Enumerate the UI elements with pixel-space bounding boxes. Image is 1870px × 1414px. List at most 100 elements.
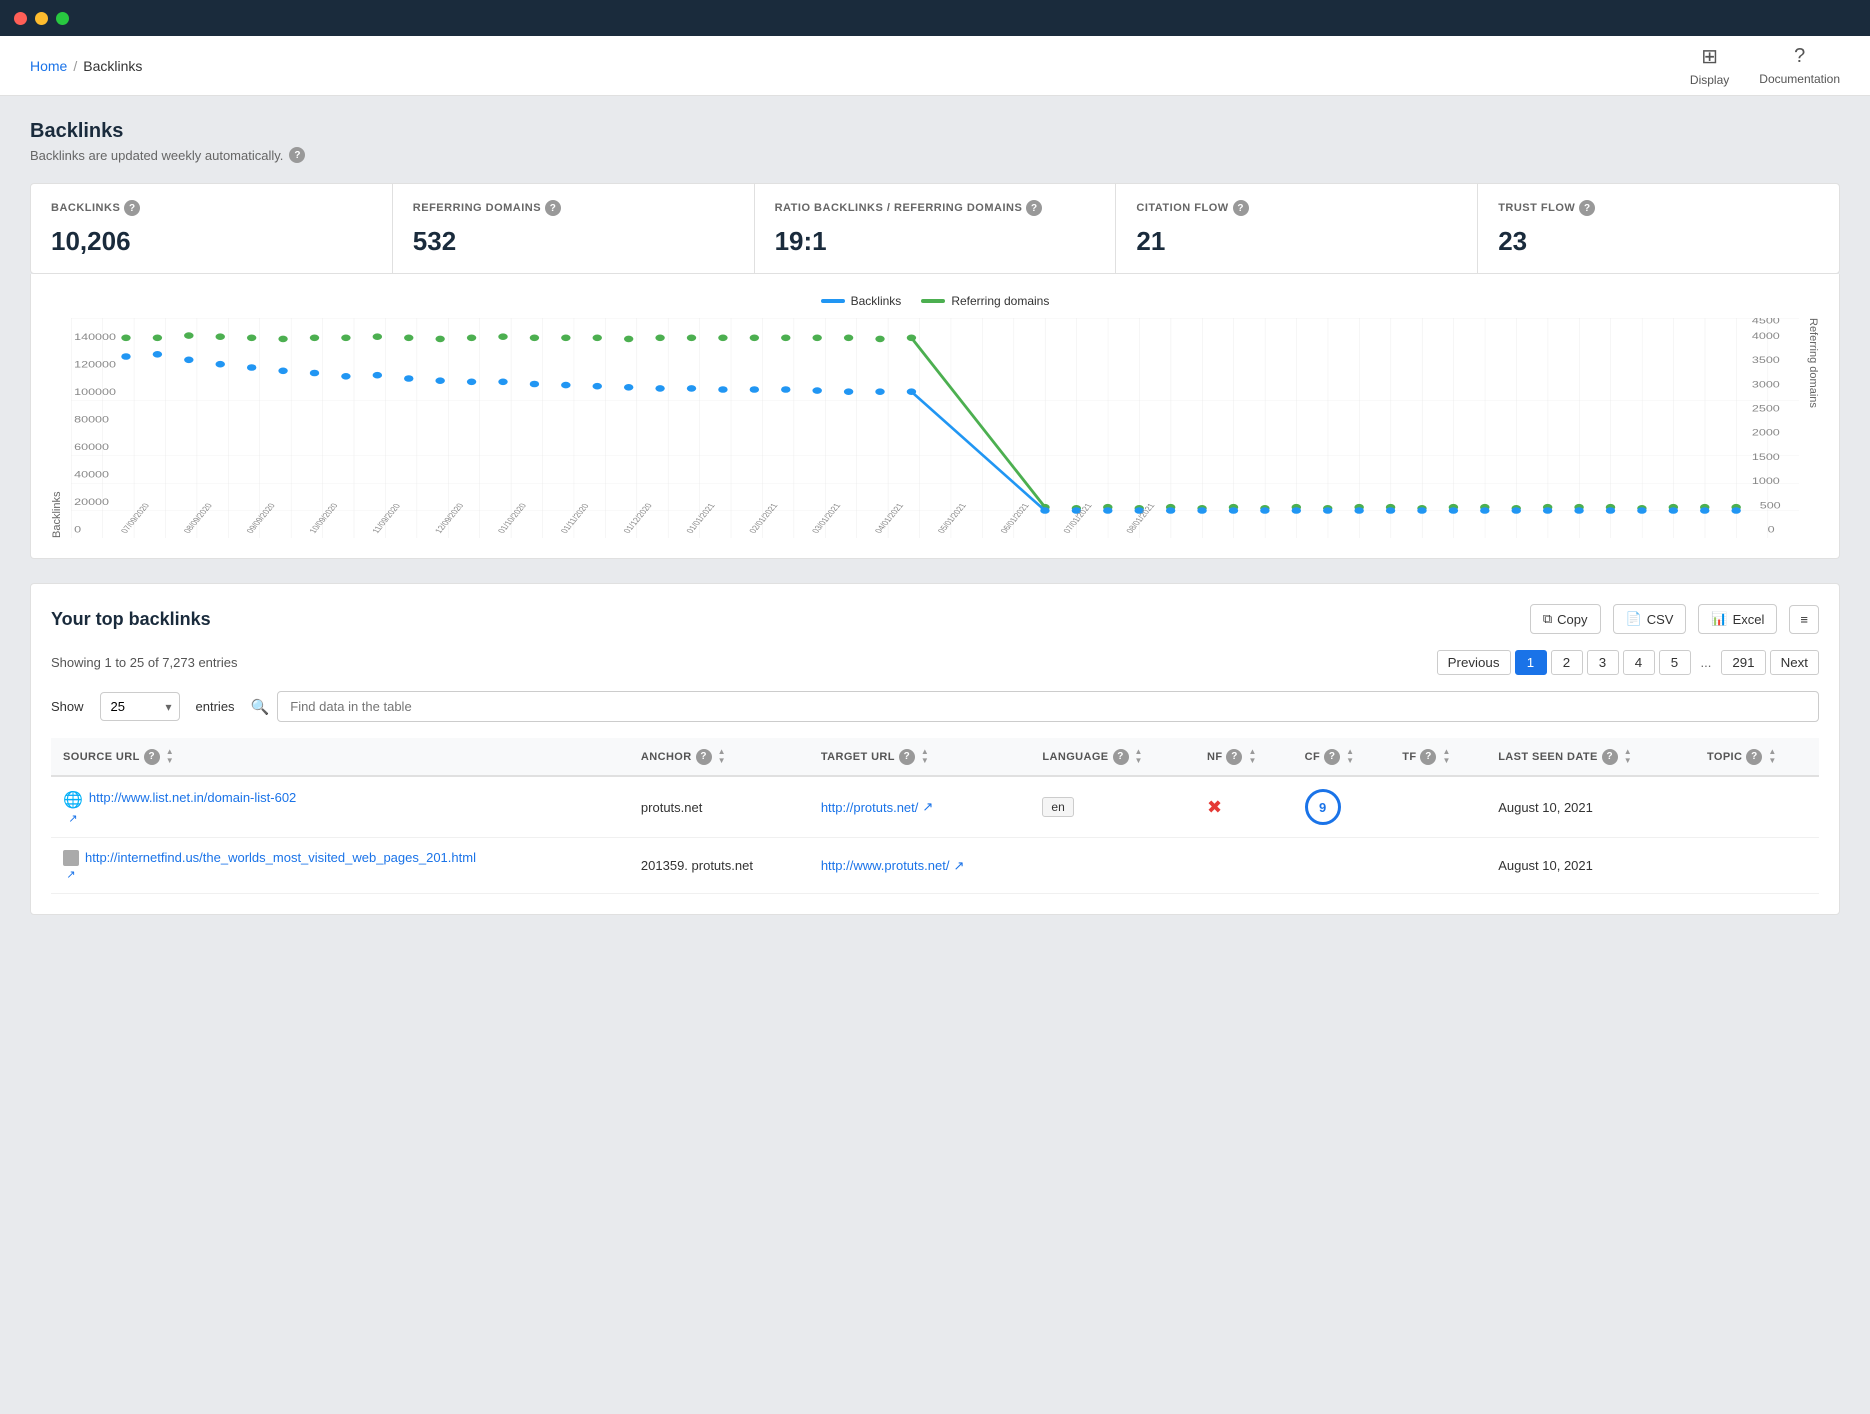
last-seen-help[interactable]: ?	[1602, 749, 1618, 765]
last-seen-sort[interactable]: ▲ ▼	[1624, 748, 1632, 765]
language-badge: en	[1042, 797, 1073, 817]
external-link-icon: ↗	[68, 812, 77, 825]
nav-actions: ⊞ Display ? Documentation	[1690, 44, 1840, 87]
language-help[interactable]: ?	[1113, 749, 1129, 765]
page-3[interactable]: 3	[1587, 650, 1619, 675]
page-prev[interactable]: Previous	[1437, 650, 1511, 675]
metric-citation-flow: CITATION FLOW ? 21	[1116, 184, 1478, 273]
page-last[interactable]: 291	[1721, 650, 1765, 675]
anchor-text: protuts.net	[641, 800, 702, 815]
nav-display[interactable]: ⊞ Display	[1690, 44, 1729, 87]
csv-button[interactable]: 📄 CSV	[1613, 604, 1687, 634]
svg-text:4000: 4000	[1752, 332, 1780, 342]
legend-referring-label: Referring domains	[951, 294, 1049, 308]
copy-button[interactable]: ⧉ Copy	[1530, 604, 1601, 634]
cf-sort[interactable]: ▲ ▼	[1346, 748, 1354, 765]
metrics-row: BACKLINKS ? 10,206 REFERRING DOMAINS ? 5…	[30, 183, 1840, 274]
external-link-icon: ↗	[66, 868, 75, 881]
table-header-row: Source URL ? ▲ ▼ Anchor ?	[51, 738, 1819, 776]
target-ext-icon: ↗	[922, 799, 933, 815]
source-url-link[interactable]: http://www.list.net.in/domain-list-602	[89, 790, 296, 805]
title-bar	[0, 0, 1870, 36]
nf-sort[interactable]: ▲ ▼	[1248, 748, 1256, 765]
language-sort[interactable]: ▲ ▼	[1135, 748, 1143, 765]
main-content: Backlinks Backlinks are updated weekly a…	[0, 96, 1870, 939]
source-url-cell: 🌐 ↗ http://www.list.net.in/domain-list-6…	[51, 776, 629, 838]
metric-ratio: RATIO BACKLINKS / REFERRING DOMAINS ? 19…	[755, 184, 1117, 273]
col-target-url: Target URL ? ▲ ▼	[809, 738, 1031, 776]
page-next[interactable]: Next	[1770, 650, 1819, 675]
nav-documentation[interactable]: ? Documentation	[1759, 45, 1840, 86]
page-1[interactable]: 1	[1515, 650, 1547, 675]
table-row: ↗ http://internetfind.us/the_worlds_most…	[51, 838, 1819, 894]
menu-button[interactable]: ≡	[1789, 605, 1819, 634]
target-url-sort[interactable]: ▲ ▼	[921, 748, 929, 765]
svg-text:1000: 1000	[1752, 477, 1780, 487]
nf-help[interactable]: ?	[1226, 749, 1242, 765]
show-select-wrapper: 10 25 50 100	[100, 692, 180, 721]
col-source-url: Source URL ? ▲ ▼	[51, 738, 629, 776]
chart-legend: Backlinks Referring domains	[51, 294, 1819, 308]
svg-text:60000: 60000	[74, 443, 109, 453]
page-4[interactable]: 4	[1623, 650, 1655, 675]
page-subtitle: Backlinks are updated weekly automatical…	[30, 147, 1840, 163]
showing-text: Showing 1 to 25 of 7,273 entries	[51, 655, 237, 670]
legend-backlinks: Backlinks	[821, 294, 902, 308]
target-url-help[interactable]: ?	[899, 749, 915, 765]
search-input[interactable]	[277, 691, 1819, 722]
show-select[interactable]: 10 25 50 100	[100, 692, 180, 721]
chart-area: Backlinks 0 20000 40000 60000	[51, 318, 1819, 538]
target-url-cell: http://www.protuts.net/ ↗	[809, 838, 1031, 894]
cf-cell	[1293, 838, 1391, 894]
table-header: Your top backlinks ⧉ Copy 📄 CSV 📊 Excel …	[51, 604, 1819, 634]
metric-referring-domains: REFERRING DOMAINS ? 532	[393, 184, 755, 273]
breadcrumb-current: Backlinks	[83, 58, 142, 74]
traffic-light-yellow[interactable]	[35, 12, 48, 25]
tf-sort[interactable]: ▲ ▼	[1442, 748, 1450, 765]
traffic-light-red[interactable]	[14, 12, 27, 25]
col-nf: NF ? ▲ ▼	[1195, 738, 1293, 776]
traffic-light-green[interactable]	[56, 12, 69, 25]
source-url-link[interactable]: http://internetfind.us/the_worlds_most_v…	[85, 850, 476, 865]
col-anchor: Anchor ? ▲ ▼	[629, 738, 809, 776]
subtitle-help-icon[interactable]: ?	[289, 147, 305, 163]
anchor-help[interactable]: ?	[696, 749, 712, 765]
tf-help[interactable]: ?	[1420, 749, 1436, 765]
excel-button[interactable]: 📊 Excel	[1698, 604, 1777, 634]
trust-help-icon[interactable]: ?	[1579, 200, 1595, 216]
last-seen-date: August 10, 2021	[1498, 800, 1593, 815]
legend-referring: Referring domains	[921, 294, 1049, 308]
metric-trust-value: 23	[1498, 226, 1819, 257]
page-5[interactable]: 5	[1659, 650, 1691, 675]
ratio-help-icon[interactable]: ?	[1026, 200, 1042, 216]
svg-text:1500: 1500	[1752, 453, 1780, 463]
metric-backlinks: BACKLINKS ? 10,206	[31, 184, 393, 273]
metric-citation-label: CITATION FLOW ?	[1136, 200, 1457, 216]
source-url-sort[interactable]: ▲ ▼	[166, 748, 174, 765]
source-url-help[interactable]: ?	[144, 749, 160, 765]
topic-sort[interactable]: ▲ ▼	[1768, 748, 1776, 765]
search-wrapper: 🔍	[251, 691, 1819, 722]
nf-cell	[1195, 838, 1293, 894]
backlinks-help-icon[interactable]: ?	[124, 200, 140, 216]
referring-help-icon[interactable]: ?	[545, 200, 561, 216]
svg-text:20000: 20000	[74, 498, 109, 508]
anchor-sort[interactable]: ▲ ▼	[718, 748, 726, 765]
cf-circle: 9	[1305, 789, 1341, 825]
cf-cell: 9	[1293, 776, 1391, 838]
citation-help-icon[interactable]: ?	[1233, 200, 1249, 216]
breadcrumb-home[interactable]: Home	[30, 58, 67, 74]
documentation-icon: ?	[1794, 45, 1805, 68]
target-url-link[interactable]: http://www.protuts.net/ ↗	[821, 858, 1019, 874]
tf-cell	[1390, 838, 1486, 894]
target-url-link[interactable]: http://protuts.net/ ↗	[821, 799, 1019, 815]
source-url-cell: ↗ http://internetfind.us/the_worlds_most…	[51, 838, 629, 894]
cf-help[interactable]: ?	[1324, 749, 1340, 765]
display-label: Display	[1690, 73, 1729, 87]
svg-text:500: 500	[1760, 501, 1781, 511]
topic-help[interactable]: ?	[1746, 749, 1762, 765]
page-2[interactable]: 2	[1551, 650, 1583, 675]
search-icon: 🔍	[251, 698, 270, 716]
svg-text:3000: 3000	[1752, 380, 1780, 390]
pagination: Previous 1 2 3 4 5 ... 291 Next	[1437, 650, 1819, 675]
